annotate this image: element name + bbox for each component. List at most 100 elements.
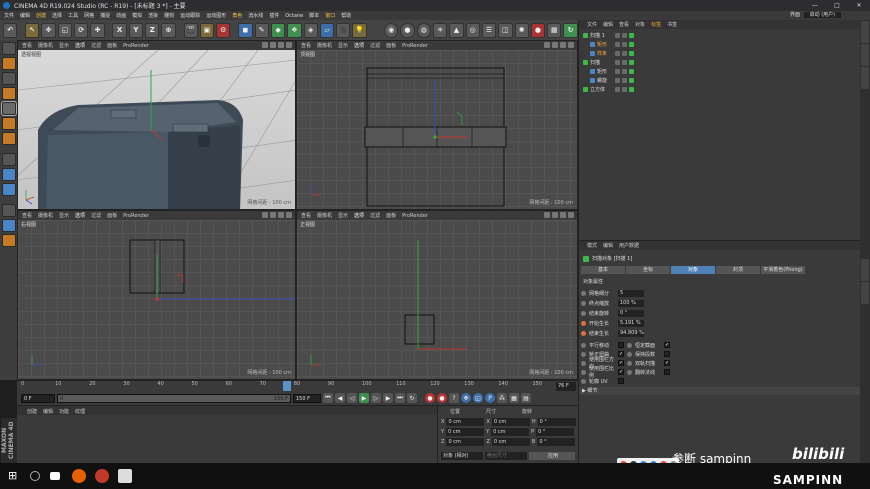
position-field[interactable]: 0 cm (446, 438, 485, 446)
menu-item[interactable]: 网格 (84, 12, 94, 19)
object-row[interactable]: 扫描 1 (579, 31, 861, 39)
orbit-icon[interactable] (560, 42, 566, 48)
enable-axis-icon[interactable] (1, 153, 16, 166)
object-row[interactable]: 螺旋 (579, 76, 861, 84)
visibility-dot-icon[interactable] (615, 50, 620, 56)
maximize-view-icon[interactable] (286, 42, 292, 48)
enable-check-icon[interactable] (629, 32, 634, 38)
camera-icon[interactable]: 🎥 (336, 22, 351, 38)
keyframe-dot-icon[interactable] (581, 369, 586, 375)
zoom-icon[interactable] (270, 42, 276, 48)
octane-texture-icon[interactable]: ◍ (416, 22, 431, 38)
menu-item[interactable]: 文件 (4, 12, 14, 19)
keyframe-dot-icon[interactable] (581, 378, 586, 384)
menu-item[interactable]: 编辑 (20, 12, 30, 19)
undo-icon[interactable]: ↶ (3, 22, 18, 38)
next-frame-icon[interactable]: ▷ (371, 393, 381, 403)
light-icon[interactable]: 💡 (352, 22, 367, 38)
menu-item[interactable]: Octane (285, 13, 303, 19)
rotation-field[interactable]: 0 ° (537, 418, 576, 426)
visibility-dot-icon[interactable] (615, 32, 620, 38)
viewport-menu-item[interactable]: 面板 (386, 212, 396, 219)
keyframe-dot-icon[interactable] (581, 310, 586, 316)
menu-item[interactable]: 选择 (52, 12, 62, 19)
render-dot-icon[interactable] (622, 59, 627, 65)
render-dot-icon[interactable] (622, 50, 627, 56)
detail-section[interactable]: ▶ 细节 (579, 387, 861, 395)
maximize-view-icon[interactable] (568, 42, 574, 48)
z-axis-lock-button[interactable]: Z (145, 22, 160, 38)
keyframe-dot-icon[interactable] (581, 320, 586, 326)
octane-live-viewer-icon[interactable]: ◉ (384, 22, 399, 38)
parameter-key-icon[interactable]: ⁂ (497, 393, 507, 403)
material-menu-item[interactable]: 功能 (59, 408, 69, 415)
search-icon[interactable] (30, 471, 40, 481)
make-editable-icon[interactable] (1, 42, 16, 55)
maximize-button[interactable]: □ (826, 0, 848, 11)
position-field[interactable]: 0 cm (446, 428, 485, 436)
viewport-menu-item[interactable]: 摄像机 (38, 212, 53, 219)
render-dot-icon[interactable] (622, 41, 627, 47)
maximize-view-icon[interactable] (568, 212, 574, 218)
scale-tool-icon[interactable]: ◱ (57, 22, 73, 38)
next-key-icon[interactable]: ▶ (383, 393, 393, 403)
visibility-dot-icon[interactable] (615, 77, 620, 83)
menu-item[interactable]: 脚本 (309, 12, 319, 19)
menu-item[interactable]: 帮助 (341, 12, 351, 19)
object-row[interactable]: 矩形 (579, 40, 861, 48)
top-viewport[interactable]: 查看 摄像机 显示 选项 过滤 面板 ProRender 顶视图 网格间距 : 100 cm (296, 40, 578, 210)
current-frame-field[interactable]: 76 F (556, 382, 576, 391)
position-key-icon[interactable]: ✥ (461, 393, 471, 403)
viewport-menu-item[interactable]: 显示 (59, 42, 69, 49)
enable-check-icon[interactable] (629, 50, 634, 56)
attribute-checkbox[interactable]: ✓ (618, 369, 624, 375)
viewport-menu-item[interactable]: 过滤 (370, 42, 380, 49)
attribute-tab[interactable]: 基本 (581, 266, 625, 274)
attribute-checkbox[interactable]: ✓ (664, 360, 670, 366)
attribute-checkbox[interactable]: ✓ (618, 360, 624, 366)
timeline-ruler[interactable]: 0 10 20 30 40 50 60 70 80 90 100 110 120 130 140 150 76… (17, 380, 578, 392)
viewport-menu-item[interactable]: 过滤 (370, 212, 380, 219)
octane-sun-icon[interactable]: ☀ (432, 22, 448, 38)
prev-frame-icon[interactable]: ◁ (347, 393, 357, 403)
polygons-mode-icon[interactable] (1, 132, 16, 145)
attribute-menu-item[interactable]: 模式 (587, 242, 597, 249)
close-button[interactable]: ✕ (848, 0, 870, 11)
pan-icon[interactable] (544, 212, 550, 218)
front-viewport[interactable]: 查看 摄像机 显示 选项 过滤 面板 ProRender 正视图 网格间距 : 100 cm (296, 210, 578, 380)
coordinate-mode-select[interactable]: 对象 (相对) (441, 452, 483, 460)
x-axis-lock-button[interactable]: X (112, 22, 127, 38)
size-field[interactable]: 0 cm (491, 428, 530, 436)
attributes-side-tab[interactable] (861, 259, 869, 281)
menu-item[interactable]: 渲染 (148, 12, 158, 19)
render-dot-icon[interactable] (622, 68, 627, 74)
file-explorer-icon[interactable] (50, 472, 60, 480)
viewport-menu-item[interactable]: 选项 (354, 42, 364, 49)
menu-item[interactable]: 流水线 (248, 12, 263, 19)
perspective-viewport[interactable]: 查看 摄像机 显示 选项 过滤 面板 ProRender 透视视图 网格间距:… (17, 40, 296, 210)
attribute-tab[interactable]: 对象 (671, 266, 715, 274)
pan-icon[interactable] (262, 212, 268, 218)
firefox-icon[interactable] (72, 469, 86, 483)
size-mode-select[interactable]: 绝对尺寸 (485, 452, 527, 460)
enable-check-icon[interactable] (629, 68, 634, 74)
grid-icon[interactable] (1, 219, 16, 232)
maximize-view-icon[interactable] (286, 212, 292, 218)
octane-refresh-icon[interactable]: ↻ (563, 22, 578, 38)
menu-item[interactable]: 工具 (68, 12, 78, 19)
enable-check-icon[interactable] (629, 77, 634, 83)
floor-icon[interactable]: ▱ (319, 22, 335, 38)
end-frame-field[interactable]: 150 F (293, 393, 321, 403)
play-icon[interactable]: ▶ (359, 393, 369, 403)
menu-item[interactable]: 运动跟踪 (180, 12, 200, 19)
viewport-menu-item[interactable]: 查看 (22, 42, 32, 49)
viewport-menu-item[interactable]: 显示 (59, 212, 69, 219)
menu-item[interactable]: 捕捉 (100, 12, 110, 19)
render-picture-viewer-icon[interactable]: ▣ (199, 22, 215, 38)
position-field[interactable]: 0 cm (446, 418, 485, 426)
deformer-icon[interactable]: ◈ (303, 22, 318, 38)
right-viewport[interactable]: 查看 摄像机 显示 选项 过滤 面板 ProRender 右视图 网格间距 : 100 cm (17, 210, 296, 380)
pan-icon[interactable] (262, 42, 268, 48)
menu-item[interactable]: 模拟 (132, 12, 142, 19)
attribute-checkbox[interactable] (664, 369, 670, 375)
